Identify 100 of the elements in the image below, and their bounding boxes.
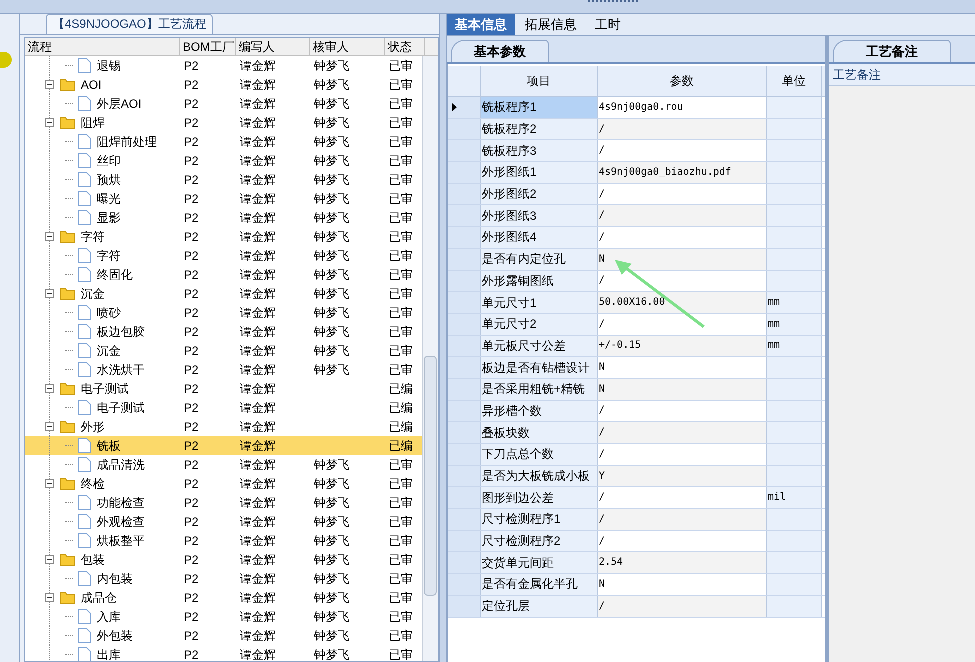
selected-tree-row[interactable]: 铣板 P2 谭金辉 已编	[25, 436, 422, 455]
table-cell[interactable]: 尺寸检测程序2	[481, 530, 598, 552]
collapse-icon[interactable]	[45, 555, 54, 564]
table-cell[interactable]: 板边是否有钻槽设计	[481, 357, 598, 378]
table-cell[interactable]	[767, 227, 822, 248]
tree-item-label[interactable]: 喷砂	[97, 304, 121, 322]
table-cell[interactable]: 图形到边公差	[481, 487, 598, 508]
collapse-icon[interactable]	[45, 593, 54, 602]
tree-item-label[interactable]: 外观检查	[97, 512, 145, 530]
table-cell[interactable]: 外形露铜图纸	[481, 270, 598, 292]
table-cell[interactable]: /	[598, 487, 767, 508]
tab[interactable]: 基本信息	[447, 14, 515, 35]
tree-item-label[interactable]: 电子测试	[81, 380, 129, 398]
tree-item-label[interactable]: 入库	[97, 608, 121, 626]
table-cell[interactable]: +/-0.15	[598, 336, 767, 356]
tree-item-label[interactable]: 外包装	[97, 626, 133, 644]
table-cell[interactable]	[767, 270, 822, 292]
table-cell[interactable]: 异形槽个数	[481, 400, 598, 422]
table-cell[interactable]: 外形图纸4	[481, 227, 598, 248]
table-cell[interactable]	[767, 574, 822, 595]
table-cell[interactable]: /	[598, 444, 767, 465]
tree-item-label[interactable]: 成品仓	[81, 588, 117, 606]
table-cell[interactable]: /	[598, 184, 767, 204]
table-cell[interactable]: /	[598, 270, 767, 292]
tab[interactable]: 拓展信息	[517, 14, 585, 35]
table-cell[interactable]: 2.54	[598, 552, 767, 574]
row-header[interactable]	[448, 97, 481, 118]
collapse-icon[interactable]	[45, 422, 54, 431]
table-cell[interactable]	[767, 378, 822, 400]
column-header[interactable]: BOM工厂	[180, 38, 236, 55]
column-header[interactable]: 状态	[385, 38, 425, 55]
table-cell[interactable]: N	[598, 574, 767, 595]
table-cell[interactable]: 外形图纸1	[481, 162, 598, 183]
tree-item-label[interactable]: 电子测试	[97, 398, 145, 416]
tree-item-label[interactable]: 水洗烘干	[97, 360, 145, 378]
table-cell[interactable]	[767, 400, 822, 422]
collapse-icon[interactable]	[45, 118, 54, 127]
tree-item-label[interactable]: 外层AOI	[97, 94, 142, 112]
tree-item-label[interactable]: 终检	[81, 474, 105, 492]
column-header[interactable]: 单位	[767, 66, 822, 96]
table-cell[interactable]	[767, 357, 822, 378]
table-cell[interactable]	[767, 184, 822, 204]
table-cell[interactable]: Y	[598, 466, 767, 486]
tree-item-label[interactable]: 出库	[97, 646, 121, 661]
table-cell[interactable]: 是否有金属化半孔	[481, 574, 598, 595]
table-cell[interactable]	[767, 422, 822, 443]
column-header[interactable]: 编写人	[236, 38, 310, 55]
table-cell[interactable]: /	[598, 596, 767, 616]
tree-item-label[interactable]: 板边包胶	[97, 322, 145, 340]
table-cell[interactable]: mm	[767, 292, 822, 313]
column-header[interactable]: 项目	[481, 66, 598, 96]
table-cell[interactable]: /	[598, 400, 767, 422]
table-cell[interactable]: 4s9nj00ga0_biaozhu.pdf	[598, 162, 767, 183]
panel-title-tab[interactable]: 【4S9NJOOGAO】工艺流程	[46, 14, 214, 34]
table-cell[interactable]	[767, 596, 822, 616]
table-cell[interactable]: 定位孔层	[481, 596, 598, 616]
table-cell[interactable]: 叠板块数	[481, 422, 598, 443]
table-cell[interactable]: /	[598, 509, 767, 530]
table-cell[interactable]	[767, 162, 822, 183]
table-cell[interactable]: 是否为大板铣成小板	[481, 466, 598, 486]
table-cell[interactable]	[767, 552, 822, 574]
table-cell[interactable]: 是否采用粗铣+精铣	[481, 378, 598, 400]
collapse-icon[interactable]	[45, 479, 54, 488]
collapse-icon[interactable]	[45, 232, 54, 241]
table-cell[interactable]	[767, 97, 822, 118]
params-tab[interactable]: 基本参数	[451, 40, 549, 62]
table-cell[interactable]	[767, 140, 822, 162]
tree-item-label[interactable]: 沉金	[81, 284, 105, 302]
tree-item-label[interactable]: 曝光	[97, 190, 121, 208]
tree-item-label[interactable]: 终固化	[97, 266, 133, 284]
tree-item-label[interactable]: 包装	[81, 550, 105, 568]
table-cell[interactable]: /	[598, 314, 767, 335]
scrollbar[interactable]	[422, 56, 438, 661]
tree-item-label[interactable]: 字符	[81, 228, 105, 246]
table-cell[interactable]	[767, 118, 822, 140]
table-cell[interactable]: 单元尺寸1	[481, 292, 598, 313]
tree-item-label[interactable]: AOI	[81, 76, 102, 94]
table-cell[interactable]: 外形图纸2	[481, 184, 598, 204]
tree-item-label[interactable]: 阻焊前处理	[97, 132, 157, 150]
table-cell[interactable]: /	[598, 118, 767, 140]
tree-item-label[interactable]: 字符	[97, 246, 121, 264]
table-cell[interactable]: N	[598, 378, 767, 400]
column-header[interactable]: 工艺备注	[829, 64, 975, 86]
table-cell[interactable]: 4s9nj00ga0.rou	[598, 97, 767, 118]
table-cell[interactable]: /	[598, 227, 767, 248]
tree-item-label[interactable]: 丝印	[97, 152, 121, 170]
table-cell[interactable]: 单元板尺寸公差	[481, 336, 598, 356]
tree-item-label[interactable]: 显影	[97, 208, 121, 226]
table-cell[interactable]: /	[598, 205, 767, 226]
column-header[interactable]: 流程	[25, 38, 180, 55]
collapse-icon[interactable]	[45, 384, 54, 393]
table-cell[interactable]: 外形图纸3	[481, 205, 598, 226]
tree-item-label[interactable]: 外形	[81, 418, 105, 436]
table-cell[interactable]: /	[598, 140, 767, 162]
table-cell[interactable]	[767, 466, 822, 486]
tree-item-label[interactable]: 烘板整平	[97, 532, 145, 550]
table-cell[interactable]	[767, 205, 822, 226]
column-header[interactable]: 参数	[598, 66, 767, 96]
top-splitter-bar[interactable]	[0, 0, 975, 14]
table-cell[interactable]: /	[598, 422, 767, 443]
